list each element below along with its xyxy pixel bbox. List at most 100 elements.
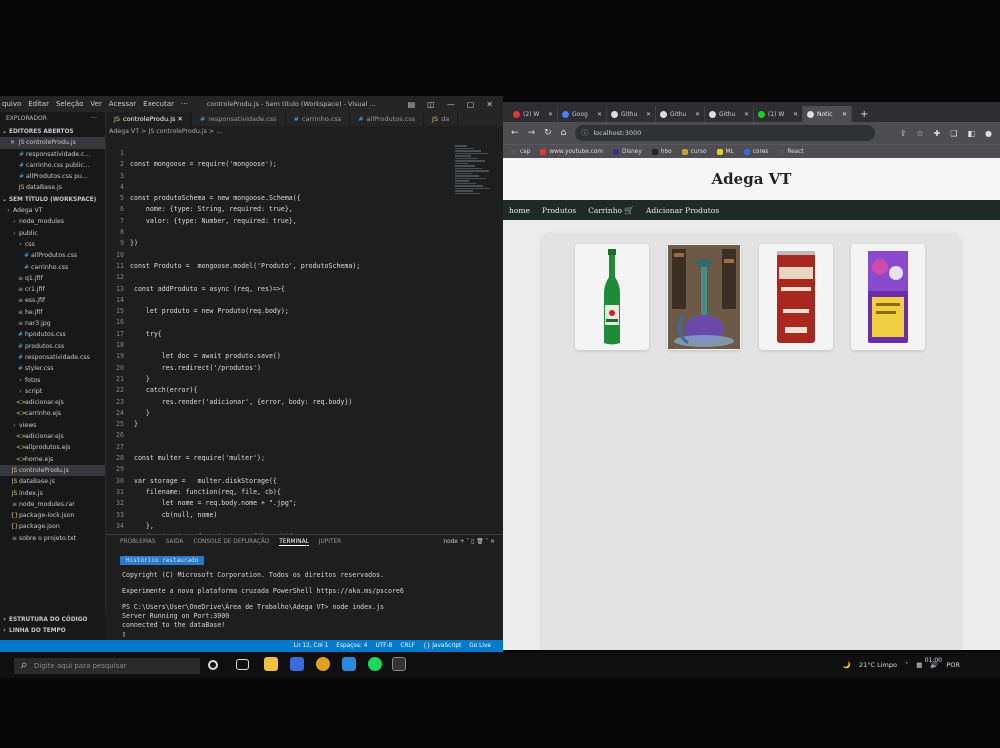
- product-rahn-can[interactable]: [759, 244, 833, 350]
- menu-editar[interactable]: Editar: [28, 100, 49, 108]
- tree-file[interactable]: <>allprodutos.ejs: [0, 442, 105, 453]
- tree-file[interactable]: # responsatividade.css: [0, 352, 105, 363]
- menu-selecao[interactable]: Seleção: [56, 100, 83, 108]
- chrome-icon[interactable]: [316, 657, 330, 671]
- tree-file[interactable]: <>carrinho.ejs: [0, 408, 105, 419]
- browser-tab[interactable]: Githu ✕: [705, 106, 754, 122]
- tree-folder[interactable]: › public: [0, 228, 105, 239]
- status-item[interactable]: {} JavaScript: [423, 643, 461, 649]
- bookmark-item[interactable]: cap: [511, 148, 530, 155]
- tree-file[interactable]: {}package-lock.json: [0, 510, 105, 521]
- nav-carrinho[interactable]: Carrinho 🛒: [588, 206, 634, 215]
- tab-close-icon[interactable]: ✕: [646, 111, 655, 118]
- split-icon[interactable]: ◫: [427, 100, 435, 109]
- extensions-icon[interactable]: ✚: [934, 129, 941, 138]
- workspace-header[interactable]: ⌄ SEM TÍTULO (WORKSPACE): [0, 194, 105, 205]
- tree-file[interactable]: # hpodutos.css: [0, 329, 105, 340]
- bookmark-item[interactable]: ML: [716, 148, 734, 155]
- bookmark-item[interactable]: curso: [681, 148, 707, 155]
- tree-folder[interactable]: › node_modules: [0, 216, 105, 227]
- nav-adicionar-produtos[interactable]: Adicionar Produtos: [646, 206, 719, 215]
- editor-tab[interactable]: JS da: [424, 112, 459, 126]
- tree-folder[interactable]: › views: [0, 420, 105, 431]
- editor-tab[interactable]: # carrinho.css: [286, 112, 351, 126]
- timeline-header[interactable]: › LINHA DO TEMPO: [0, 625, 106, 636]
- outline-header[interactable]: › ESTRUTURA DO CÓDIGO: [0, 614, 106, 625]
- maximize-icon[interactable]: ▢: [467, 100, 475, 109]
- tree-folder[interactable]: › css: [0, 239, 105, 250]
- tab-close-icon[interactable]: ✕: [548, 111, 557, 118]
- home-icon[interactable]: ⌂: [561, 128, 567, 138]
- tree-file[interactable]: ≡ q1.jfif: [0, 273, 105, 284]
- tab-close-icon[interactable]: ✕: [695, 111, 704, 118]
- menu-more[interactable]: ···: [181, 100, 188, 108]
- network-icon[interactable]: ▦: [916, 661, 922, 669]
- close-icon[interactable]: ✕: [175, 115, 182, 123]
- taskbar-search[interactable]: Digite aqui para pesquisar: [14, 658, 200, 674]
- minimize-icon[interactable]: —: [447, 100, 455, 109]
- menu-acessar[interactable]: Acessar: [109, 100, 136, 108]
- browser-tab[interactable]: (2) W ✕: [509, 106, 558, 122]
- store-icon[interactable]: [290, 657, 304, 671]
- status-item[interactable]: Ln 12, Col 1: [294, 643, 329, 649]
- open-editors-header[interactable]: ⌄ EDITORES ABERTOS: [0, 126, 105, 137]
- browser-tab[interactable]: Goog ✕: [558, 106, 607, 122]
- tree-file[interactable]: JS index.js: [0, 488, 105, 499]
- breadcrumb[interactable]: Adega VT > JS controleProdu.js > ...: [106, 128, 222, 135]
- tree-file[interactable]: <>adicionar.ejs: [0, 397, 105, 408]
- profile-icon[interactable]: ●: [985, 129, 992, 138]
- sidepanel-icon[interactable]: ◧: [967, 129, 975, 138]
- terminal-cursor[interactable]: ▯: [122, 630, 126, 638]
- tab-close-icon[interactable]: ✕: [744, 111, 753, 118]
- tree-file[interactable]: ≡ cr1.jfif: [0, 284, 105, 295]
- tree-file[interactable]: # produtos.css: [0, 341, 105, 352]
- code-editor[interactable]: 1 2 const mongoose = require('mongoose'); 3…: [106, 148, 497, 534]
- panel-controls[interactable]: node + ˅ ▯ 🗑 ˄ ✕: [443, 539, 503, 545]
- cortana-icon[interactable]: [208, 660, 218, 670]
- reload-icon[interactable]: ↻: [544, 128, 552, 138]
- explorer-more-icon[interactable]: ···: [91, 112, 97, 126]
- open-editor-item[interactable]: JS dataBase.js: [0, 182, 105, 193]
- status-item[interactable]: UTF-8: [375, 643, 392, 649]
- product-tobacco-pack[interactable]: [851, 244, 925, 350]
- address-bar[interactable]: localhost:3000: [575, 125, 876, 141]
- tab-close-icon[interactable]: ✕: [842, 111, 851, 118]
- tree-file[interactable]: ≡ he.jfif: [0, 307, 105, 318]
- panel-tab[interactable]: TERMINAL: [279, 539, 309, 546]
- taskbar-clock[interactable]: 01:00: [925, 652, 942, 665]
- language-indicator[interactable]: POR: [946, 661, 960, 669]
- menu-executar[interactable]: Executar: [143, 100, 174, 108]
- tree-file[interactable]: # allProdutos.css: [0, 250, 105, 261]
- weather-text[interactable]: 21°C Limpo: [859, 661, 897, 669]
- tree-file[interactable]: JS dataBase.js: [0, 476, 105, 487]
- browser-tab[interactable]: (1) W ✕: [754, 106, 803, 122]
- tab-close-icon[interactable]: ✕: [793, 111, 802, 118]
- bookmark-icon[interactable]: ❑: [950, 129, 957, 138]
- bookmark-item[interactable]: React: [778, 148, 804, 155]
- tree-file[interactable]: ≡ sobre o projeto.txt: [0, 533, 105, 544]
- menu-ver[interactable]: Ver: [90, 100, 101, 108]
- nav-home[interactable]: home: [509, 206, 530, 215]
- editor-tab[interactable]: # allProdutos.css: [350, 112, 425, 126]
- status-item[interactable]: CRLF: [400, 643, 415, 649]
- bookmark-item[interactable]: Disney: [613, 148, 642, 155]
- editor-tab[interactable]: JS controleProdu.js ✕: [106, 112, 192, 126]
- minimap[interactable]: [455, 144, 493, 204]
- panel-tab[interactable]: SAÍDA: [166, 539, 184, 545]
- nav-produtos[interactable]: Produtos: [542, 206, 576, 215]
- tab-close-icon[interactable]: ✕: [597, 111, 606, 118]
- editor-tab[interactable]: # responsatividade.css: [192, 112, 286, 126]
- panel-tab[interactable]: PROBLEMAS: [120, 539, 156, 545]
- tree-file[interactable]: ≡ nar3.jpg: [0, 318, 105, 329]
- browser-tab[interactable]: Githu ✕: [656, 106, 705, 122]
- status-item[interactable]: Espaços: 4: [336, 643, 367, 649]
- tree-file[interactable]: {}package.json: [0, 521, 105, 532]
- tree-file[interactable]: <>adicionar.ejs: [0, 431, 105, 442]
- open-editor-item[interactable]: # allProdutos.css pu...: [0, 171, 105, 182]
- tree-file[interactable]: # styler.css: [0, 363, 105, 374]
- share-icon[interactable]: ⇪: [900, 129, 907, 138]
- tree-folder[interactable]: › script: [0, 386, 105, 397]
- menu-arquivo[interactable]: quivo: [2, 100, 21, 108]
- status-item[interactable]: Go Live: [469, 643, 491, 649]
- new-tab-button[interactable]: +: [852, 109, 876, 122]
